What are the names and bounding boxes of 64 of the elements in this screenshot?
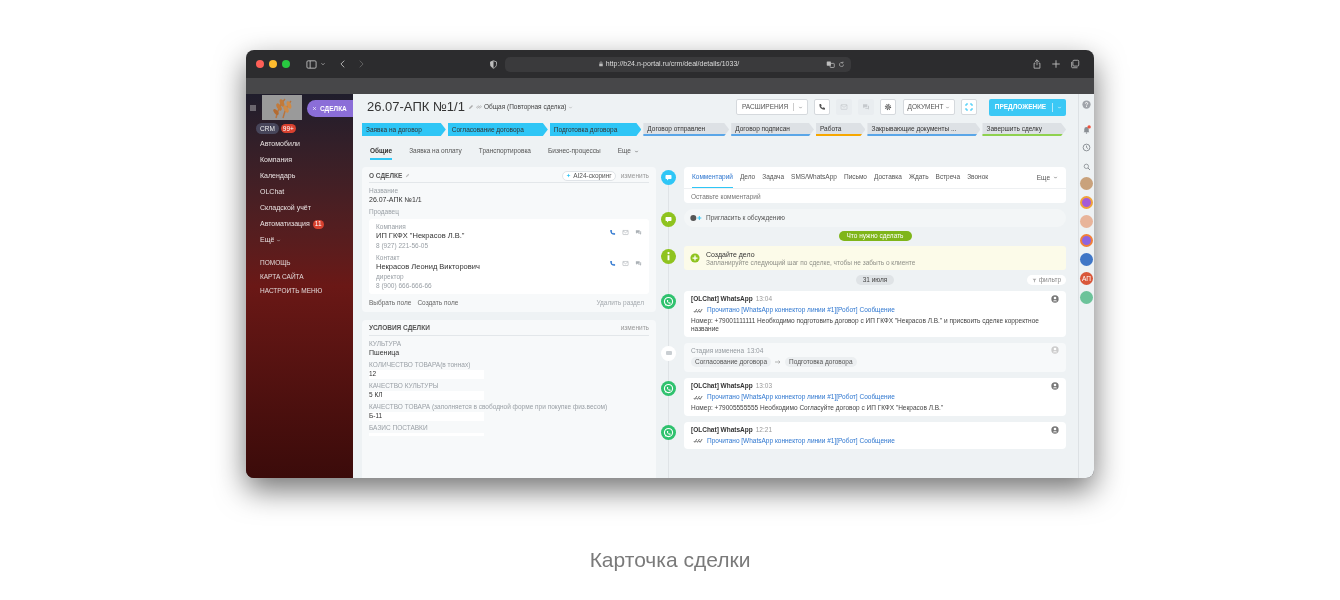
- user-icon: [1051, 382, 1059, 391]
- comment-icon: [661, 212, 676, 227]
- search-icon[interactable]: [1082, 163, 1091, 171]
- add-icon[interactable]: [690, 253, 700, 263]
- checks-icon: [691, 437, 705, 444]
- deal-title: 26.07-АПК №1/1: [367, 98, 465, 117]
- sparkle-icon: [566, 173, 572, 178]
- chat-icon: [862, 103, 870, 111]
- chat-channel-icon[interactable]: [1080, 234, 1093, 247]
- whatsapp-icon: [661, 294, 676, 309]
- link-icon[interactable]: [475, 104, 482, 110]
- translate-icon[interactable]: [826, 59, 835, 69]
- mail-icon: [840, 103, 848, 111]
- notification-icon[interactable]: [1082, 125, 1091, 134]
- phone-icon[interactable]: [609, 229, 616, 236]
- whatsapp-icon: [661, 381, 676, 397]
- comment-icon: [661, 170, 676, 185]
- lock-icon: [597, 61, 604, 67]
- caret-icon: [1053, 175, 1058, 180]
- close-button[interactable]: [256, 60, 264, 68]
- fullscreen-icon: [965, 103, 973, 111]
- arrow-icon: [775, 360, 781, 365]
- chat-icon[interactable]: [635, 260, 642, 267]
- chat-channel-icon[interactable]: [1080, 253, 1093, 266]
- sidebar-icon[interactable]: [306, 58, 317, 70]
- tabs-icon[interactable]: [1070, 59, 1080, 69]
- caret-icon[interactable]: [320, 61, 326, 67]
- whatsapp-icon: [661, 424, 676, 440]
- caret-icon: [633, 148, 639, 154]
- avatar-add-icon: [690, 214, 702, 222]
- share-icon[interactable]: [1032, 59, 1042, 69]
- settings-icon: [884, 103, 892, 111]
- edit-icon[interactable]: [405, 173, 411, 178]
- checks-icon: [691, 393, 705, 400]
- caret-icon: [1057, 104, 1062, 110]
- close-icon: [312, 106, 317, 111]
- minimize-button[interactable]: [269, 60, 277, 68]
- help-icon[interactable]: [1082, 100, 1091, 109]
- clock-icon[interactable]: [1082, 143, 1091, 152]
- edit-icon[interactable]: [467, 104, 474, 110]
- user-icon: [1051, 294, 1059, 303]
- wheat-logo: [262, 95, 302, 120]
- caret-icon: [798, 104, 803, 110]
- info-icon: [661, 249, 676, 264]
- filter-icon: [1031, 277, 1037, 283]
- new-tab-icon[interactable]: [1051, 59, 1061, 69]
- chat-channel-icon[interactable]: [1080, 196, 1093, 209]
- page-caption: Карточка сделки: [589, 547, 751, 573]
- avatar-icon[interactable]: [1080, 177, 1093, 190]
- checks-icon: [691, 306, 705, 313]
- chat-icon[interactable]: [635, 229, 642, 236]
- call-icon[interactable]: [1080, 291, 1093, 304]
- reload-icon[interactable]: [838, 60, 845, 68]
- avatar-icon[interactable]: [1080, 215, 1093, 228]
- user-icon: [1051, 346, 1059, 355]
- shield-icon[interactable]: [489, 59, 498, 69]
- settings-button[interactable]: [880, 99, 896, 115]
- phone-icon[interactable]: [609, 260, 616, 267]
- stage-icon: [661, 345, 676, 361]
- maximize-button[interactable]: [282, 60, 290, 68]
- caret-icon: [945, 104, 951, 110]
- phone-icon: [818, 103, 826, 111]
- phone-button[interactable]: [814, 99, 830, 115]
- user-icon: [1051, 425, 1059, 434]
